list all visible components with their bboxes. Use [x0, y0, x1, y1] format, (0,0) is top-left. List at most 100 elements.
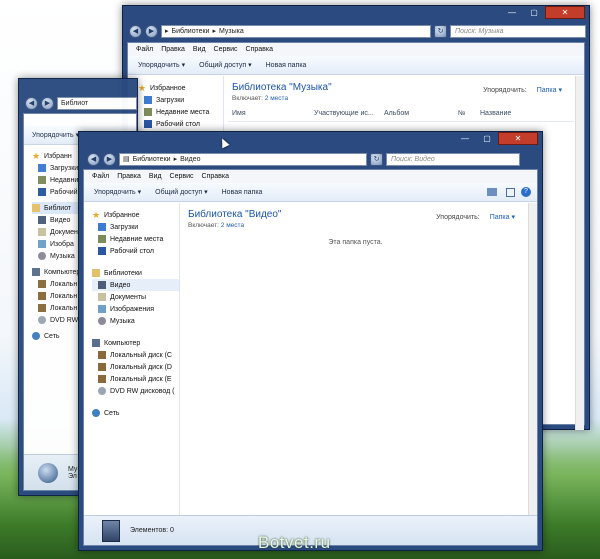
images-icon	[38, 240, 46, 248]
nav-favorites[interactable]: ★ Избранное	[138, 82, 223, 94]
breadcrumb-music[interactable]: Музыка	[219, 28, 244, 35]
minimize-icon[interactable]: —	[454, 132, 476, 145]
disk-icon	[38, 280, 46, 288]
nav-local-disk-d[interactable]: Локальный диск (D	[92, 361, 179, 373]
maximize-icon[interactable]: ▢	[523, 6, 545, 19]
refresh-icon[interactable]: ↻	[434, 24, 447, 38]
back-arrow-icon[interactable]: ◀	[25, 96, 38, 110]
nav-desktop[interactable]: Рабочий стол	[92, 245, 179, 257]
dvd-icon	[98, 387, 106, 395]
share-button[interactable]: Общий доступ ▾	[199, 61, 252, 69]
music-library-icon	[38, 462, 58, 483]
organize-button[interactable]: Упорядочить ▾	[94, 188, 141, 196]
column-number[interactable]: №	[458, 110, 480, 121]
menu-edit[interactable]: Правка	[161, 46, 185, 53]
column-artists[interactable]: Участвующие ис...	[314, 110, 384, 121]
music-locations-link[interactable]: 2 места	[265, 95, 288, 102]
nav-favorites[interactable]: ★ Избранное	[92, 209, 179, 221]
view-options-icon[interactable]	[487, 188, 497, 196]
menu-view[interactable]: Вид	[193, 46, 206, 53]
share-button[interactable]: Общий доступ ▾	[155, 188, 208, 196]
music-column-headers: Имя Участвующие ис... Альбом № Название	[228, 110, 574, 122]
breadcrumb-libraries[interactable]: Библиотеки	[172, 28, 210, 35]
video-arrange: Упорядочить: Папка ▾	[436, 214, 515, 221]
music-arrange-dropdown[interactable]: Папка ▾	[537, 87, 562, 94]
forward-arrow-icon[interactable]: ▶	[103, 152, 116, 166]
menu-file[interactable]: Файл	[136, 46, 153, 53]
close-icon[interactable]: ✕	[498, 132, 538, 145]
forward-arrow-icon[interactable]: ▶	[41, 96, 54, 110]
desktop-icon	[98, 247, 106, 255]
new-folder-button[interactable]: Новая папка	[222, 189, 263, 196]
preview-pane-icon[interactable]	[506, 187, 515, 197]
nav-desktop[interactable]: Рабочий стол	[138, 118, 223, 130]
empty-folder-message: Эта папка пуста.	[328, 239, 383, 246]
column-title[interactable]: Название	[480, 110, 540, 121]
nav-downloads[interactable]: Загрузки	[138, 94, 223, 106]
video-search-field[interactable]: Поиск: Видео	[386, 152, 520, 166]
music-scrollbar[interactable]	[575, 76, 584, 430]
help-icon[interactable]: ?	[521, 187, 531, 197]
nav-local-disk-e[interactable]: Локальный диск (E	[92, 373, 179, 385]
images-icon	[98, 305, 106, 313]
network-icon	[32, 332, 40, 340]
music-window-titlebar[interactable]: — ▢ ✕	[123, 6, 589, 20]
video-scrollbar[interactable]	[528, 203, 537, 515]
refresh-icon[interactable]: ↻	[370, 152, 383, 166]
back-window-address-field[interactable]: Библиот	[57, 96, 137, 110]
menu-view[interactable]: Вид	[149, 173, 162, 180]
breadcrumb-libraries[interactable]: Библиотеки	[133, 156, 171, 163]
downloads-icon	[38, 164, 46, 172]
dvd-icon	[38, 316, 46, 324]
minimize-icon[interactable]: —	[501, 6, 523, 19]
video-arrange-dropdown[interactable]: Папка ▾	[490, 214, 515, 221]
nav-local-disk-c[interactable]: Локальный диск (C	[92, 349, 179, 361]
video-window-titlebar[interactable]: — ▢ ✕	[79, 132, 542, 146]
desktop-icon	[38, 188, 46, 196]
downloads-icon	[98, 223, 106, 231]
nav-network[interactable]: Сеть	[92, 407, 179, 419]
music-includes: Включает: 2 места	[232, 95, 289, 102]
nav-recent-places[interactable]: Недавние места	[138, 106, 223, 118]
organize-button[interactable]: Упорядочить ▾	[138, 61, 185, 69]
menu-file[interactable]: Файл	[92, 173, 109, 180]
music-address-field[interactable]: ▸ Библиотеки ▸ Музыка	[161, 24, 431, 38]
menu-help[interactable]: Справка	[246, 46, 273, 53]
music-menubar: Файл Правка Вид Сервис Справка	[128, 43, 584, 56]
column-album[interactable]: Альбом	[384, 110, 458, 121]
column-name[interactable]: Имя	[228, 110, 314, 121]
nav-recent-places[interactable]: Недавние места	[92, 233, 179, 245]
menu-tools[interactable]: Сервис	[214, 46, 238, 53]
maximize-icon[interactable]: ▢	[476, 132, 498, 145]
menu-help[interactable]: Справка	[202, 173, 229, 180]
close-icon[interactable]: ✕	[545, 6, 585, 19]
menu-edit[interactable]: Правка	[117, 173, 141, 180]
disk-icon	[38, 304, 46, 312]
documents-icon	[98, 293, 106, 301]
back-arrow-icon[interactable]: ◀	[129, 24, 142, 38]
nav-music[interactable]: Музыка	[92, 315, 179, 327]
breadcrumb-video[interactable]: Видео	[180, 156, 200, 163]
music-icon	[38, 252, 46, 260]
video-icon	[38, 216, 46, 224]
star-icon: ★	[138, 83, 147, 93]
nav-downloads[interactable]: Загрузки	[92, 221, 179, 233]
nav-libraries[interactable]: Библиотеки	[92, 267, 179, 279]
nav-computer[interactable]: Компьютер	[92, 337, 179, 349]
forward-arrow-icon[interactable]: ▶	[145, 24, 158, 38]
video-address-field[interactable]: ▤ Библиотеки ▸ Видео	[119, 152, 367, 166]
new-folder-button[interactable]: Новая папка	[266, 62, 307, 69]
music-search-field[interactable]: Поиск: Музыка	[450, 24, 586, 38]
video-content: Библиотека "Видео" Включает: 2 места Упо…	[184, 203, 527, 515]
menu-tools[interactable]: Сервис	[170, 173, 194, 180]
recent-places-icon	[38, 176, 46, 184]
network-icon	[92, 409, 100, 417]
nav-documents[interactable]: Документы	[92, 291, 179, 303]
back-arrow-icon[interactable]: ◀	[87, 152, 100, 166]
video-window[interactable]: — ▢ ✕ ◀ ▶ ▤ Библиотеки ▸ Видео ↻ Поиск: …	[78, 131, 543, 551]
nav-video[interactable]: Видео	[92, 279, 179, 291]
nav-images[interactable]: Изображения	[92, 303, 179, 315]
video-locations-link[interactable]: 2 места	[221, 222, 244, 229]
nav-dvd-drive[interactable]: DVD RW дисковод (	[92, 385, 179, 397]
organize-button[interactable]: Упорядочить ▾	[32, 131, 79, 139]
